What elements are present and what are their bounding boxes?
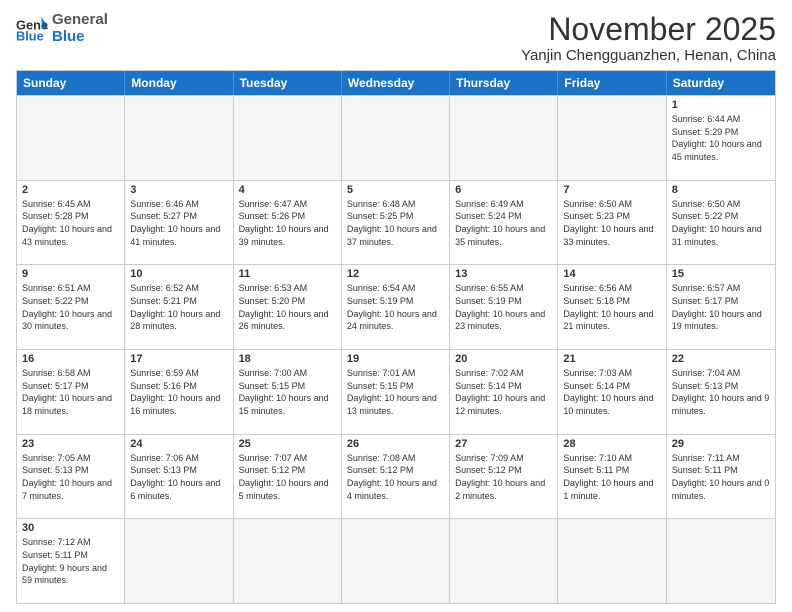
day-1: 1 Sunrise: 6:44 AMSunset: 5:29 PMDayligh… — [667, 96, 775, 180]
cell-empty — [558, 519, 666, 603]
cell-empty — [234, 519, 342, 603]
day-21: 21 Sunrise: 7:03 AMSunset: 5:14 PMDaylig… — [558, 350, 666, 434]
header-thursday: Thursday — [450, 71, 558, 95]
day-19: 19 Sunrise: 7:01 AMSunset: 5:15 PMDaylig… — [342, 350, 450, 434]
svg-text:Blue: Blue — [16, 28, 44, 42]
title-block: November 2025 Yanjin Chengguanzhen, Hena… — [521, 12, 776, 64]
day-4: 4 Sunrise: 6:47 AMSunset: 5:26 PMDayligh… — [234, 181, 342, 265]
day-27: 27 Sunrise: 7:09 AMSunset: 5:12 PMDaylig… — [450, 435, 558, 519]
calendar-body: 1 Sunrise: 6:44 AMSunset: 5:29 PMDayligh… — [17, 95, 775, 603]
header-monday: Monday — [125, 71, 233, 95]
location: Yanjin Chengguanzhen, Henan, China — [521, 47, 776, 64]
day-17: 17 Sunrise: 6:59 AMSunset: 5:16 PMDaylig… — [125, 350, 233, 434]
day-18: 18 Sunrise: 7:00 AMSunset: 5:15 PMDaylig… — [234, 350, 342, 434]
week-row-4: 16 Sunrise: 6:58 AMSunset: 5:17 PMDaylig… — [17, 349, 775, 434]
header-sunday: Sunday — [17, 71, 125, 95]
day-30: 30 Sunrise: 7:12 AMSunset: 5:11 PMDaylig… — [17, 519, 125, 603]
cell-empty — [342, 519, 450, 603]
header-tuesday: Tuesday — [234, 71, 342, 95]
week-row-3: 9 Sunrise: 6:51 AMSunset: 5:22 PMDayligh… — [17, 264, 775, 349]
day-5: 5 Sunrise: 6:48 AMSunset: 5:25 PMDayligh… — [342, 181, 450, 265]
day-29: 29 Sunrise: 7:11 AMSunset: 5:11 PMDaylig… — [667, 435, 775, 519]
day-2: 2 Sunrise: 6:45 AMSunset: 5:28 PMDayligh… — [17, 181, 125, 265]
cell-empty — [450, 519, 558, 603]
week-row-6: 30 Sunrise: 7:12 AMSunset: 5:11 PMDaylig… — [17, 518, 775, 603]
day-10: 10 Sunrise: 6:52 AMSunset: 5:21 PMDaylig… — [125, 265, 233, 349]
logo: General Blue General Blue — [16, 12, 108, 45]
day-26: 26 Sunrise: 7:08 AMSunset: 5:12 PMDaylig… — [342, 435, 450, 519]
day-8: 8 Sunrise: 6:50 AMSunset: 5:22 PMDayligh… — [667, 181, 775, 265]
cell-empty — [17, 96, 125, 180]
cell-empty — [558, 96, 666, 180]
day-16: 16 Sunrise: 6:58 AMSunset: 5:17 PMDaylig… — [17, 350, 125, 434]
header-saturday: Saturday — [667, 71, 775, 95]
day-23: 23 Sunrise: 7:05 AMSunset: 5:13 PMDaylig… — [17, 435, 125, 519]
week-row-1: 1 Sunrise: 6:44 AMSunset: 5:29 PMDayligh… — [17, 95, 775, 180]
header-friday: Friday — [558, 71, 666, 95]
header: General Blue General Blue November 2025 … — [16, 12, 776, 64]
day-7: 7 Sunrise: 6:50 AMSunset: 5:23 PMDayligh… — [558, 181, 666, 265]
calendar-header: Sunday Monday Tuesday Wednesday Thursday… — [17, 71, 775, 95]
week-row-2: 2 Sunrise: 6:45 AMSunset: 5:28 PMDayligh… — [17, 180, 775, 265]
day-6: 6 Sunrise: 6:49 AMSunset: 5:24 PMDayligh… — [450, 181, 558, 265]
day-22: 22 Sunrise: 7:04 AMSunset: 5:13 PMDaylig… — [667, 350, 775, 434]
day-13: 13 Sunrise: 6:55 AMSunset: 5:19 PMDaylig… — [450, 265, 558, 349]
logo-general-text: General — [52, 12, 108, 29]
day-14: 14 Sunrise: 6:56 AMSunset: 5:18 PMDaylig… — [558, 265, 666, 349]
cell-empty — [342, 96, 450, 180]
cell-empty — [667, 519, 775, 603]
day-24: 24 Sunrise: 7:06 AMSunset: 5:13 PMDaylig… — [125, 435, 233, 519]
day-28: 28 Sunrise: 7:10 AMSunset: 5:11 PMDaylig… — [558, 435, 666, 519]
day-3: 3 Sunrise: 6:46 AMSunset: 5:27 PMDayligh… — [125, 181, 233, 265]
logo-blue-text: Blue — [52, 29, 108, 46]
day-25: 25 Sunrise: 7:07 AMSunset: 5:12 PMDaylig… — [234, 435, 342, 519]
week-row-5: 23 Sunrise: 7:05 AMSunset: 5:13 PMDaylig… — [17, 434, 775, 519]
cell-empty — [450, 96, 558, 180]
cell-empty — [125, 96, 233, 180]
logo-icon: General Blue — [16, 15, 48, 43]
day-15: 15 Sunrise: 6:57 AMSunset: 5:17 PMDaylig… — [667, 265, 775, 349]
page: General Blue General Blue November 2025 … — [0, 0, 792, 612]
day-9: 9 Sunrise: 6:51 AMSunset: 5:22 PMDayligh… — [17, 265, 125, 349]
day-11: 11 Sunrise: 6:53 AMSunset: 5:20 PMDaylig… — [234, 265, 342, 349]
day-20: 20 Sunrise: 7:02 AMSunset: 5:14 PMDaylig… — [450, 350, 558, 434]
header-wednesday: Wednesday — [342, 71, 450, 95]
calendar: Sunday Monday Tuesday Wednesday Thursday… — [16, 70, 776, 604]
month-title: November 2025 — [521, 12, 776, 47]
cell-empty — [125, 519, 233, 603]
day-12: 12 Sunrise: 6:54 AMSunset: 5:19 PMDaylig… — [342, 265, 450, 349]
cell-empty — [234, 96, 342, 180]
